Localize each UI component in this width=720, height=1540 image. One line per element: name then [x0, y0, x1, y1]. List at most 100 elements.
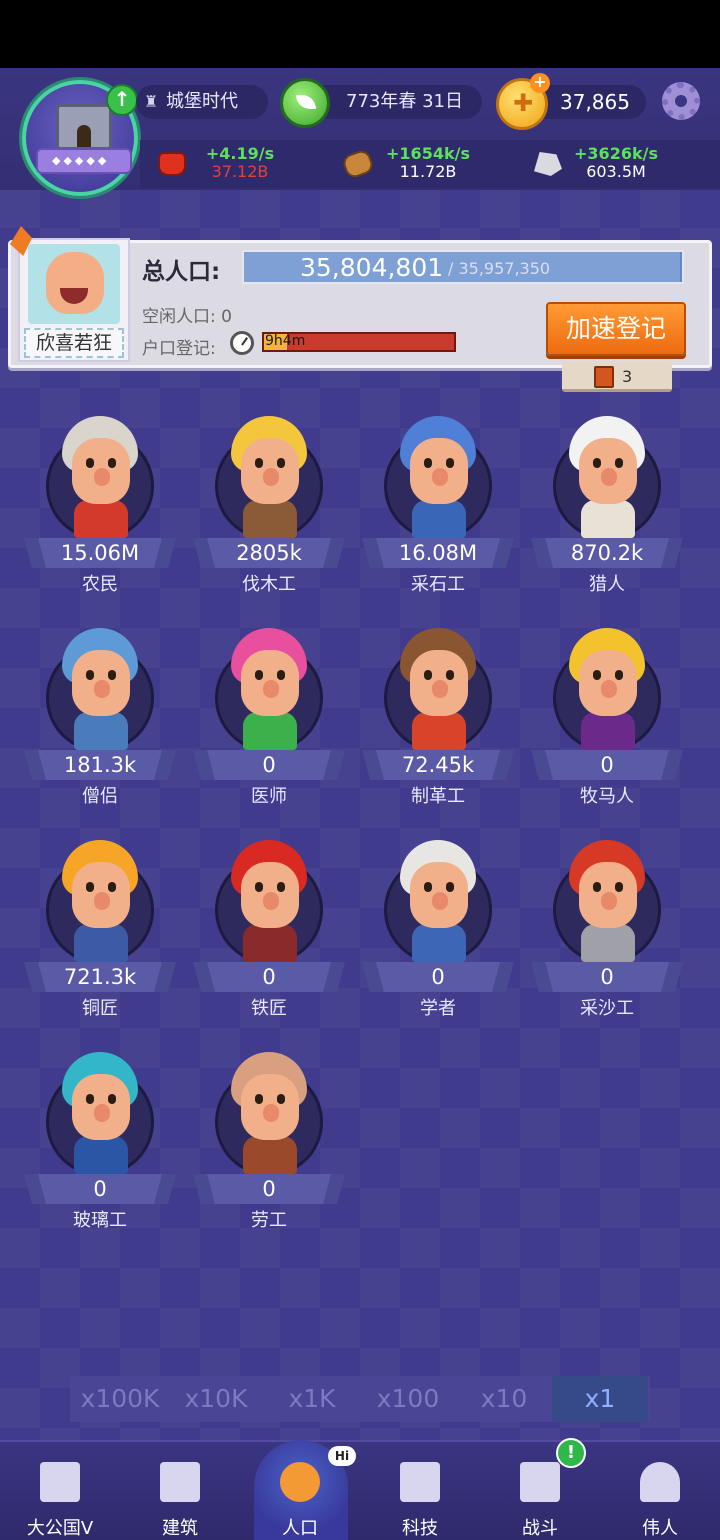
upgrade-arrow-icon[interactable]: ↑ [106, 84, 138, 116]
worker-count: 0 [374, 962, 502, 992]
worker-name: 劳工 [251, 1210, 287, 1231]
worker-name: 学者 [420, 998, 456, 1019]
worker-card[interactable]: 181.3k 僧侣 [30, 624, 170, 814]
register-label: 户口登记: [142, 339, 216, 359]
idle-population: 空闲人口: 0 [142, 307, 232, 327]
worker-name: 玻璃工 [73, 1210, 127, 1231]
worker-count: 0 [543, 962, 671, 992]
worker-portrait [58, 1048, 142, 1176]
nav-tab-0[interactable]: 大公国V [0, 1440, 120, 1540]
stone-resource: +3626k/s 603.5M [556, 145, 676, 181]
nav-label: 战斗 [522, 1518, 558, 1539]
leader-portrait [28, 244, 120, 324]
worker-card[interactable]: 870.2k 猎人 [537, 412, 677, 602]
wood-resource: +1654k/s 11.72B [368, 145, 488, 181]
leaf-icon[interactable] [280, 78, 330, 128]
worker-portrait [396, 836, 480, 964]
worker-card[interactable]: 15.06M 农民 [30, 412, 170, 602]
nav-label: 人口 [282, 1518, 318, 1539]
worker-card[interactable]: 0 牧马人 [537, 624, 677, 814]
total-population-value: 35,804,801 [300, 253, 444, 282]
population-icon [280, 1462, 320, 1502]
worker-name: 猎人 [589, 574, 625, 595]
multiplier-x1-button[interactable]: x1 [552, 1376, 648, 1422]
worker-card[interactable]: 721.3k 铜匠 [30, 836, 170, 1026]
multiplier-x1k-button[interactable]: x1K [264, 1376, 360, 1422]
castle-icon [56, 104, 112, 150]
worker-card[interactable]: 72.45k 制革工 [368, 624, 508, 814]
nav-label: 大公国V [26, 1518, 94, 1539]
worker-name: 僧侣 [82, 786, 118, 807]
worker-count: 870.2k [543, 538, 671, 568]
nav-tab-1[interactable]: 建筑 [120, 1440, 240, 1540]
worker-count: 0 [543, 750, 671, 780]
worker-count: 15.06M [36, 538, 164, 568]
great-person-icon [640, 1462, 680, 1502]
worker-portrait [565, 624, 649, 752]
worker-card[interactable]: 16.08M 采石工 [368, 412, 508, 602]
book-count-tag: 3 [562, 362, 672, 392]
gold-amount: 37,865 [560, 90, 630, 114]
stone-rate: +3626k/s [574, 144, 658, 163]
nav-label: 伟人 [642, 1518, 678, 1539]
stone-amount: 603.5M [586, 162, 646, 181]
worker-count: 181.3k [36, 750, 164, 780]
add-gold-button[interactable]: + [530, 73, 550, 93]
settings-gear-icon[interactable] [662, 82, 700, 120]
worker-portrait [58, 412, 142, 540]
duchy-icon [40, 1462, 80, 1502]
worker-count: 2805k [205, 538, 333, 568]
worker-portrait [565, 412, 649, 540]
worker-count: 721.3k [36, 962, 164, 992]
multiplier-x10-button[interactable]: x10 [456, 1376, 552, 1422]
tech-book-icon [400, 1462, 440, 1502]
total-population-label: 总人口: [142, 259, 221, 285]
food-rate: +4.19/s [205, 144, 275, 163]
nav-label: 建筑 [162, 1518, 198, 1539]
multiplier-x100-button[interactable]: x100 [360, 1376, 456, 1422]
worker-portrait [227, 412, 311, 540]
worker-count: 0 [205, 962, 333, 992]
alert-badge-icon: ! [556, 1438, 586, 1468]
date-label: 773年春 31日 [346, 91, 463, 112]
worker-portrait [227, 624, 311, 752]
worker-portrait [227, 836, 311, 964]
worker-card[interactable]: 0 采沙工 [537, 836, 677, 1026]
worker-count: 0 [36, 1174, 164, 1204]
worker-count: 0 [205, 750, 333, 780]
worker-portrait [565, 836, 649, 964]
population-cap: / 35,957,350 [448, 259, 551, 278]
clock-icon [230, 331, 254, 355]
wood-rate: +1654k/s [386, 144, 470, 163]
worker-name: 采沙工 [580, 998, 634, 1019]
castle-small-icon: ♜ [144, 92, 159, 111]
worker-portrait [396, 412, 480, 540]
worker-card[interactable]: 0 劳工 [199, 1048, 339, 1238]
era-label: 城堡时代 [166, 91, 238, 112]
leader-mood-label: 欣喜若狂 [24, 328, 124, 358]
food-resource: +4.19/s 37.12B [180, 145, 300, 181]
food-amount: 37.12B [211, 162, 269, 181]
nav-tab-5[interactable]: 伟人 [600, 1440, 720, 1540]
book-count: 3 [622, 367, 633, 386]
rank-dots: ◆◆◆◆◆ [52, 154, 110, 167]
era-display[interactable]: ♜ 城堡时代 [136, 85, 268, 119]
multiplier-x100k-button[interactable]: x100K [72, 1376, 168, 1422]
worker-portrait [58, 836, 142, 964]
worker-portrait [58, 624, 142, 752]
nav-tab-3[interactable]: 科技 [360, 1440, 480, 1540]
book-icon [594, 366, 614, 388]
speed-register-button[interactable]: 加速登记 [546, 302, 686, 356]
worker-card[interactable]: 0 学者 [368, 836, 508, 1026]
status-bar [0, 0, 720, 68]
worker-card[interactable]: 2805k 伐木工 [199, 412, 339, 602]
worker-card[interactable]: 0 玻璃工 [30, 1048, 170, 1238]
nav-label: 科技 [402, 1518, 438, 1539]
worker-name: 铁匠 [251, 998, 287, 1019]
worker-card[interactable]: 0 医师 [199, 624, 339, 814]
hi-badge: Hi [328, 1446, 356, 1466]
multiplier-x10k-button[interactable]: x10K [168, 1376, 264, 1422]
worker-portrait [396, 624, 480, 752]
worker-name: 牧马人 [580, 786, 634, 807]
worker-card[interactable]: 0 铁匠 [199, 836, 339, 1026]
